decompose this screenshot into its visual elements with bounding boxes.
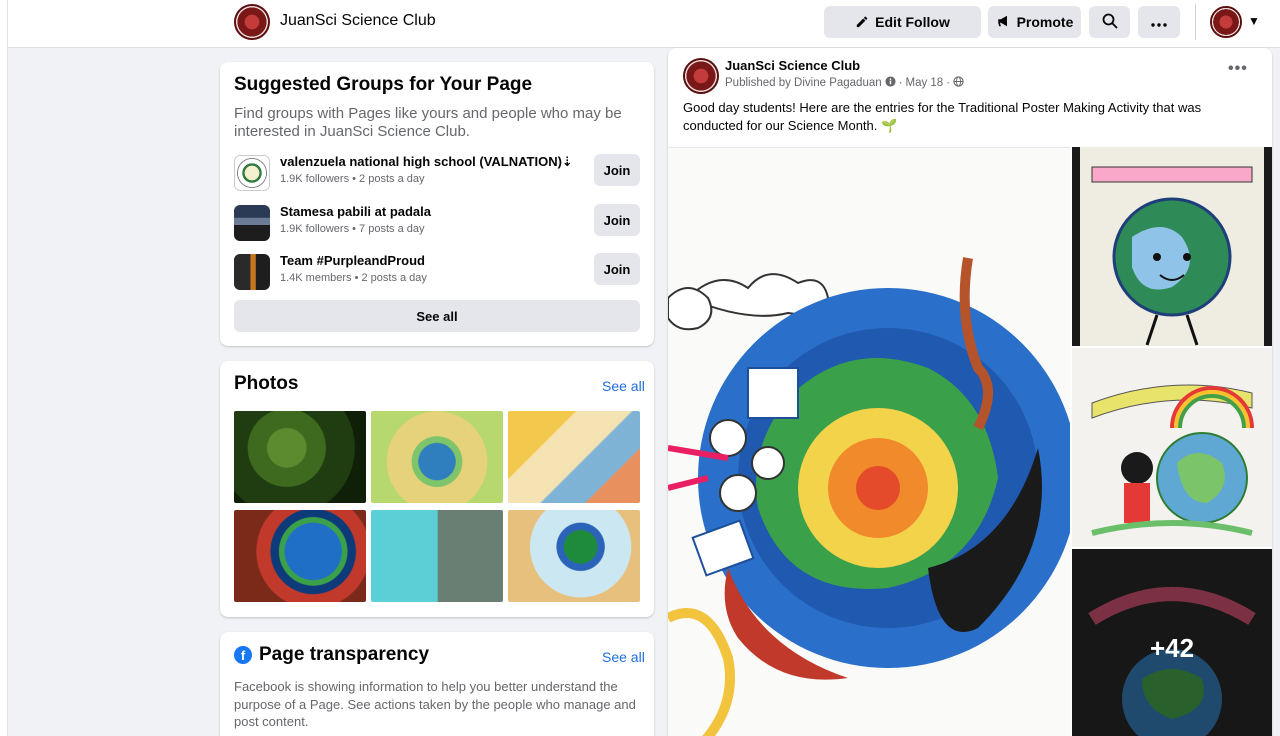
photo-thumbnail[interactable] <box>371 411 503 503</box>
page-avatar[interactable] <box>234 4 270 40</box>
page-transparency-card: f Page transparency See all Facebook is … <box>220 632 654 736</box>
group-name[interactable]: Team #PurpleandProud <box>280 253 425 268</box>
photos-title: Photos <box>234 373 299 394</box>
promote-button[interactable]: Promote <box>988 6 1081 38</box>
photos-see-all-link[interactable]: See all <box>602 378 645 394</box>
group-name[interactable]: valenzuela national high school (VALNATI… <box>280 154 573 170</box>
group-thumbnail[interactable] <box>234 254 270 290</box>
post-author-name[interactable]: JuanSci Science Club <box>725 58 860 73</box>
join-button[interactable]: Join <box>594 204 640 236</box>
meta-dot: · <box>898 77 903 89</box>
more-icon <box>1151 14 1167 30</box>
pencil-icon <box>855 14 869 31</box>
group-name[interactable]: Stamesa pabili at padala <box>280 204 431 219</box>
suggested-groups-card: Suggested Groups for Your Page Find grou… <box>220 62 654 346</box>
info-icon[interactable] <box>885 76 896 90</box>
edit-follow-button[interactable]: Edit Follow <box>824 6 981 38</box>
page-header: JuanSci Science Club Edit Follow Promote… <box>8 0 1280 48</box>
post-published-by[interactable]: Published by Divine Pagaduan <box>725 77 882 89</box>
search-icon <box>1102 13 1118 32</box>
photo-thumbnail[interactable] <box>234 510 366 602</box>
poster-drawing <box>1072 147 1272 346</box>
poster-drawing <box>1072 348 1272 547</box>
join-button[interactable]: Join <box>594 253 640 285</box>
post-main-photo[interactable] <box>668 147 1070 736</box>
post-meta: Published by Divine Pagaduan · May 18 · <box>725 76 964 90</box>
suggested-groups-description: Find groups with Pages like yours and pe… <box>234 105 622 140</box>
globe-icon <box>953 76 964 90</box>
photo-thumbnail[interactable] <box>234 411 366 503</box>
account-avatar[interactable] <box>1210 6 1242 38</box>
group-meta: 1.9K followers • 7 posts a day <box>280 223 425 235</box>
photo-thumbnail[interactable] <box>508 411 640 503</box>
header-divider <box>1195 4 1196 40</box>
suggested-groups-title: Suggested Groups for Your Page <box>234 74 533 95</box>
post-side-photo[interactable] <box>1072 147 1272 346</box>
page-name[interactable]: JuanSci Science Club <box>280 12 436 30</box>
meta-dot: · <box>946 77 951 89</box>
post-options-icon[interactable]: ••• <box>1228 60 1248 78</box>
post-side-photo[interactable]: +42 <box>1072 549 1272 736</box>
facebook-icon: f <box>234 646 252 664</box>
group-row[interactable]: valenzuela national high school (VALNATI… <box>234 154 640 191</box>
see-all-groups-button[interactable]: See all <box>234 300 640 332</box>
more-options-button[interactable] <box>1138 6 1180 38</box>
group-row[interactable]: Stamesa pabili at padala 1.9K followers … <box>234 204 640 241</box>
more-photos-overlay[interactable]: +42 <box>1072 549 1272 736</box>
poster-drawing <box>668 257 1070 736</box>
edit-follow-label: Edit Follow <box>875 14 950 30</box>
photo-thumbnail[interactable] <box>508 510 640 602</box>
page-transparency-title: Page transparency <box>259 644 430 665</box>
promote-label: Promote <box>1016 14 1074 30</box>
group-meta: 1.9K followers • 2 posts a day <box>280 173 425 185</box>
post-card: JuanSci Science Club Published by Divine… <box>668 48 1272 736</box>
left-edge <box>0 0 8 736</box>
post-date[interactable]: May 18 <box>905 77 943 89</box>
caret-down-icon[interactable]: ▼ <box>1248 14 1260 28</box>
search-button[interactable] <box>1089 6 1130 38</box>
post-text: Good day students! Here are the entries … <box>683 100 1202 133</box>
megaphone-icon <box>996 14 1011 31</box>
transparency-see-all-link[interactable]: See all <box>602 649 645 665</box>
group-meta: 1.4K members • 2 posts a day <box>280 272 427 284</box>
group-thumbnail[interactable] <box>234 205 270 241</box>
join-button[interactable]: Join <box>594 154 640 186</box>
post-author-avatar[interactable] <box>683 58 719 94</box>
photos-card: Photos See all <box>220 361 654 617</box>
group-thumbnail[interactable] <box>234 155 270 191</box>
page-transparency-description: Facebook is showing information to help … <box>234 679 636 729</box>
photo-thumbnail[interactable] <box>371 510 503 602</box>
group-row[interactable]: Team #PurpleandProud 1.4K members • 2 po… <box>234 253 640 290</box>
post-side-photo[interactable] <box>1072 348 1272 547</box>
